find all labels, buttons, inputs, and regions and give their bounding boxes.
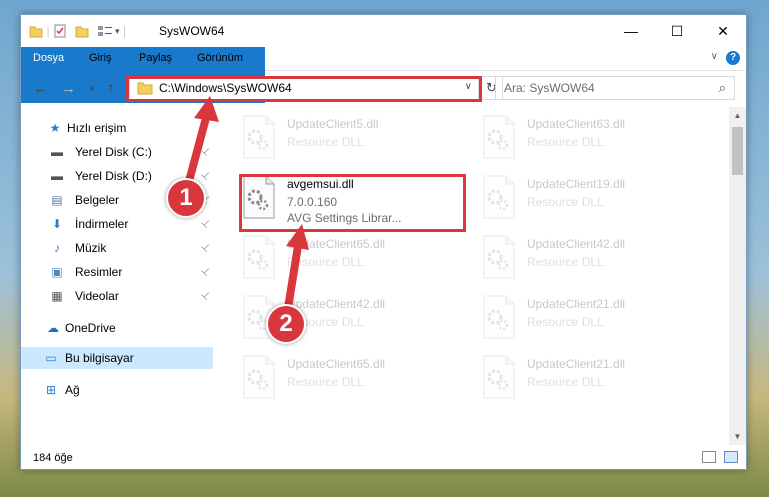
arrow-2 (284, 224, 309, 312)
annotation-arrows (184, 96, 309, 312)
arrow-1 (184, 96, 219, 189)
step-2-badge: 2 (266, 304, 306, 344)
step-1-badge: 1 (166, 178, 206, 218)
